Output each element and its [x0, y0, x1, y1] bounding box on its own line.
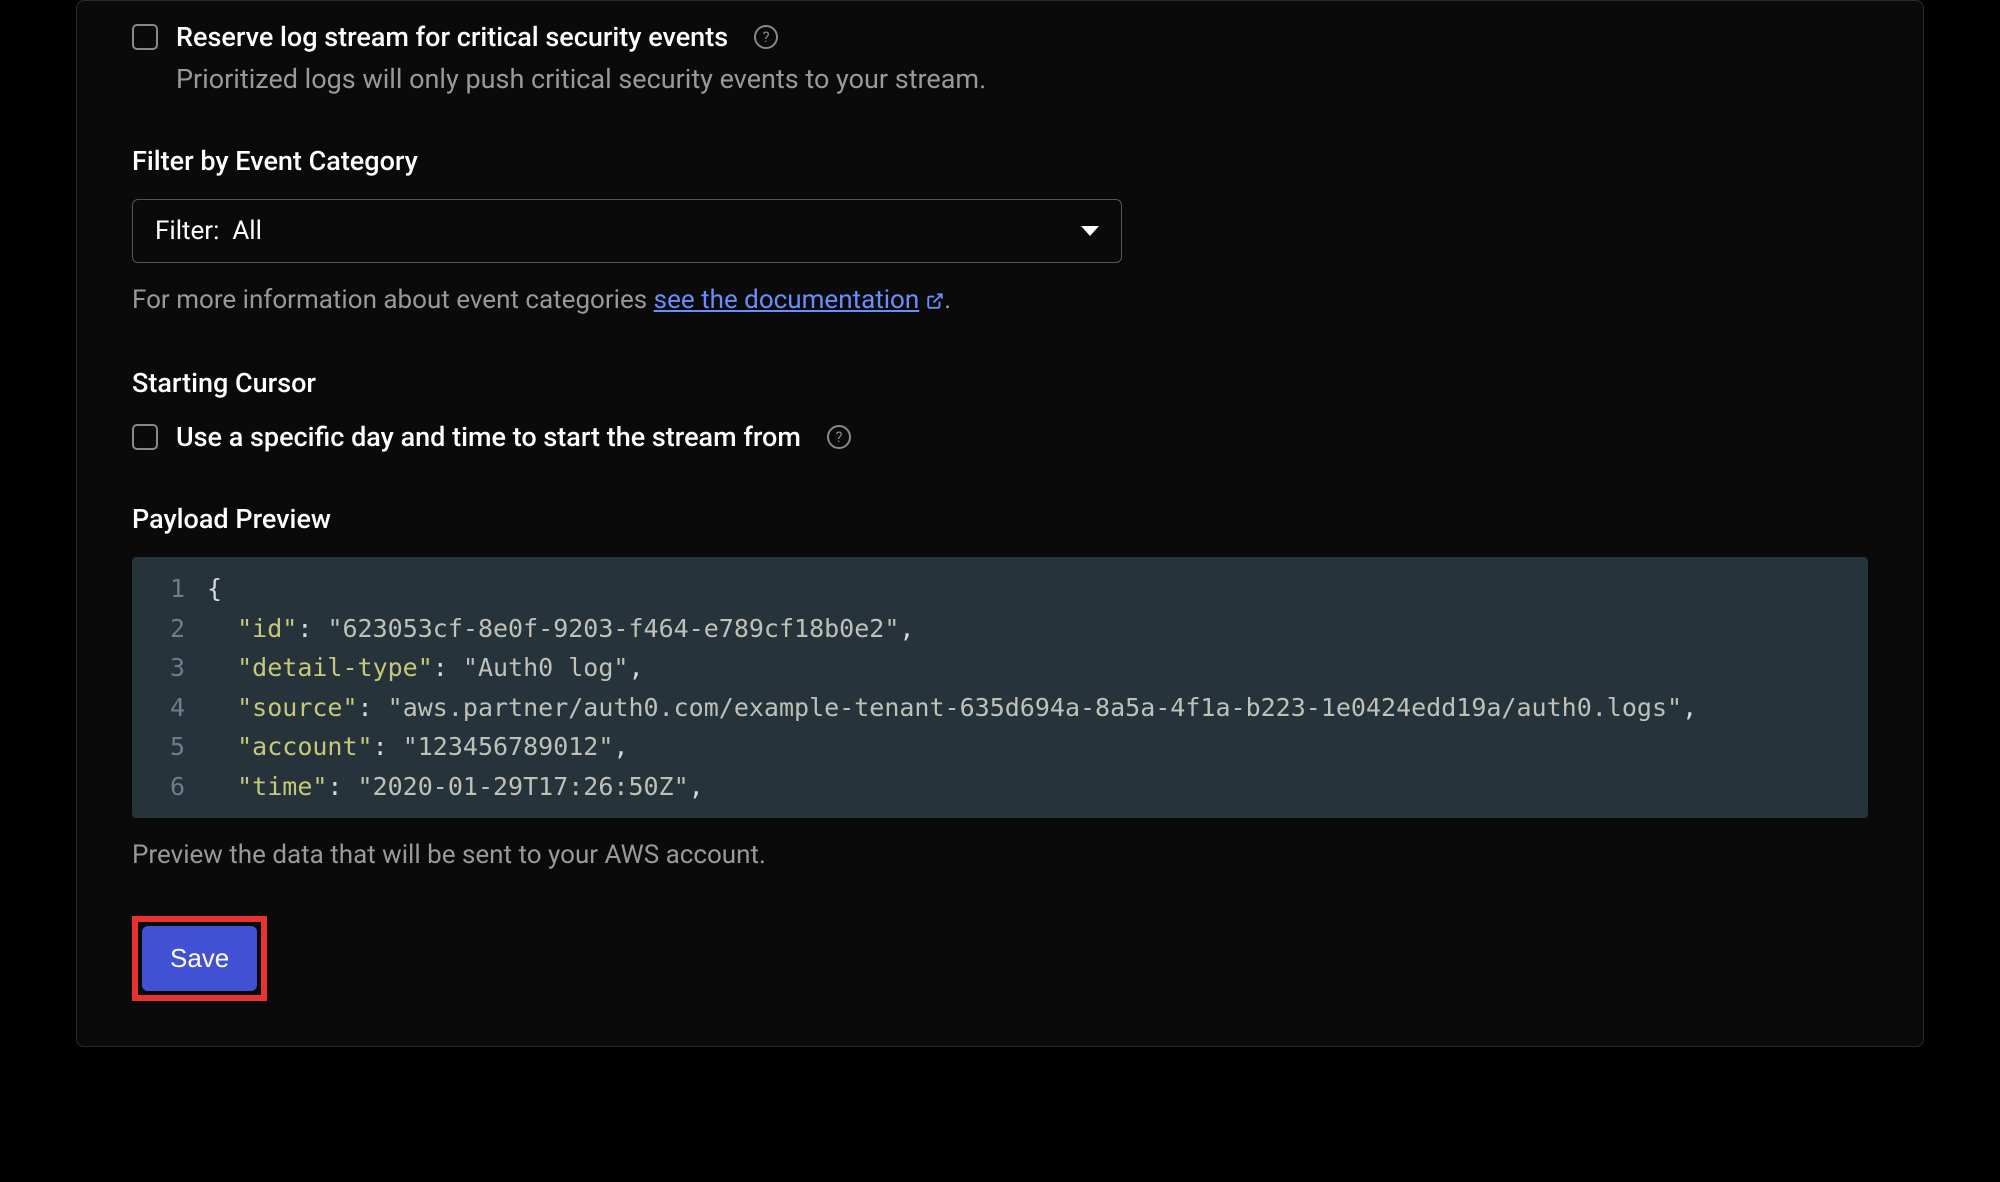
- code-line: 5 "account": "123456789012",: [132, 727, 1868, 767]
- filter-select[interactable]: Filter: All: [132, 199, 1122, 263]
- settings-panel: Reserve log stream for critical security…: [76, 0, 1924, 1047]
- save-button[interactable]: Save: [142, 926, 257, 991]
- external-link-icon: [926, 287, 944, 317]
- filter-helper: For more information about event categor…: [132, 285, 1868, 317]
- cursor-checkbox[interactable]: [132, 424, 158, 450]
- help-icon[interactable]: ?: [754, 25, 778, 49]
- payload-title: Payload Preview: [132, 503, 1868, 535]
- reserve-section: Reserve log stream for critical security…: [132, 21, 1868, 95]
- reserve-label: Reserve log stream for critical security…: [176, 21, 728, 53]
- documentation-link[interactable]: see the documentation: [654, 285, 945, 315]
- cursor-title: Starting Cursor: [132, 367, 1868, 399]
- cursor-section: Starting Cursor Use a specific day and t…: [132, 367, 1868, 453]
- save-highlight: Save: [132, 916, 267, 1001]
- help-icon[interactable]: ?: [827, 425, 851, 449]
- cursor-label: Use a specific day and time to start the…: [176, 421, 801, 453]
- code-line: 3 "detail-type": "Auth0 log",: [132, 648, 1868, 688]
- reserve-checkbox[interactable]: [132, 24, 158, 50]
- code-line: 4 "source": "aws.partner/auth0.com/examp…: [132, 688, 1868, 728]
- code-line: 2 "id": "623053cf-8e0f-9203-f464-e789cf1…: [132, 609, 1868, 649]
- caret-down-icon: [1081, 226, 1099, 236]
- payload-section: Payload Preview 1{2 "id": "623053cf-8e0f…: [132, 503, 1868, 870]
- payload-helper: Preview the data that will be sent to yo…: [132, 840, 1868, 870]
- filter-title: Filter by Event Category: [132, 145, 1868, 177]
- payload-code: 1{2 "id": "623053cf-8e0f-9203-f464-e789c…: [132, 557, 1868, 818]
- code-line: 1{: [132, 569, 1868, 609]
- filter-section: Filter by Event Category Filter: All For…: [132, 145, 1868, 317]
- code-line: 6 "time": "2020-01-29T17:26:50Z",: [132, 767, 1868, 807]
- filter-select-text: Filter: All: [155, 216, 262, 246]
- reserve-description: Prioritized logs will only push critical…: [176, 63, 1868, 95]
